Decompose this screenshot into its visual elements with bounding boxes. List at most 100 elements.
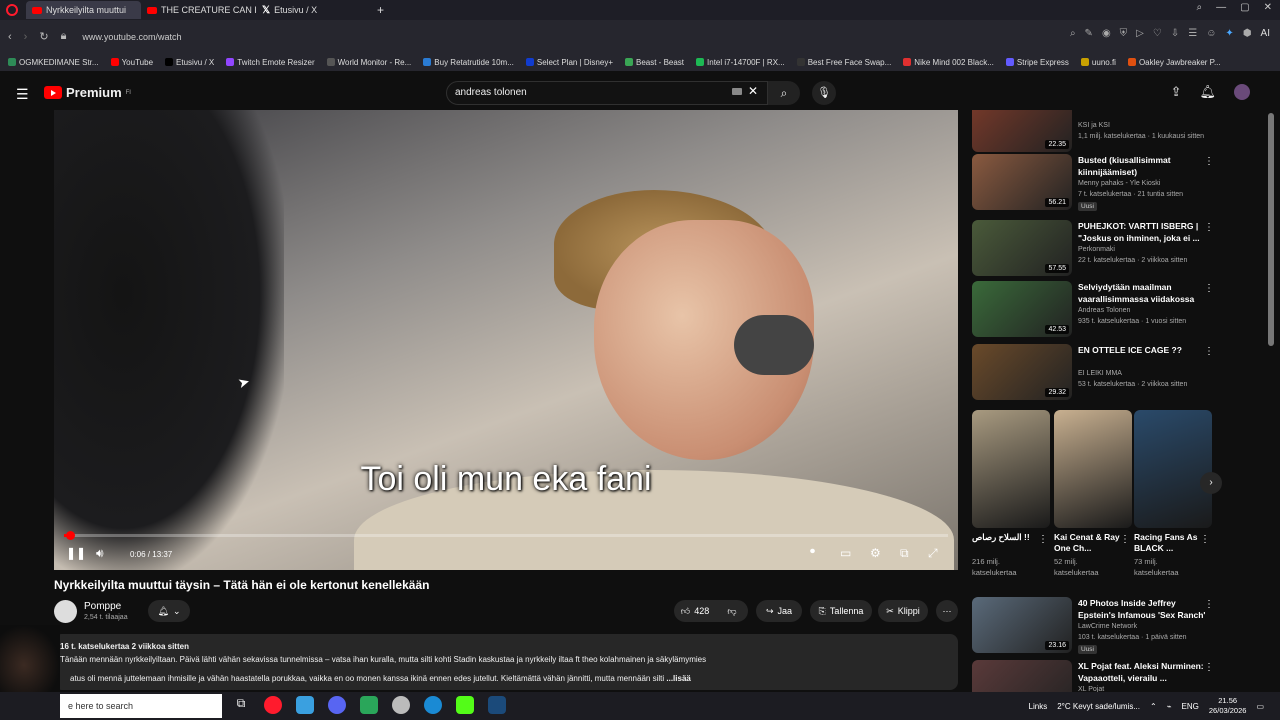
recommendation-thumbnail[interactable]: 23.16: [972, 597, 1072, 653]
download-icon[interactable]: ⇩: [1171, 28, 1179, 39]
autoplay-toggle-icon[interactable]: ⏺: [810, 546, 815, 557]
upload-icon[interactable]: ⇪: [1171, 84, 1182, 100]
bell-icon[interactable]: 🔔︎: [1199, 84, 1216, 100]
taskbar-search-input[interactable]: e here to search: [60, 694, 222, 718]
channel-name[interactable]: Pomppe: [84, 601, 121, 612]
recommendation-item[interactable]: 29.32 EN OTTELE ICE CAGE ?? EI LEIKI MMA 53…: [972, 344, 1222, 404]
maximize-icon[interactable]: ▢: [1240, 2, 1249, 13]
kick-app-icon[interactable]: [456, 696, 474, 714]
more-options-icon[interactable]: ⋮: [1204, 156, 1214, 167]
language-indicator[interactable]: ENG: [1182, 702, 1199, 711]
search-input[interactable]: andreas tolonen: [446, 81, 768, 105]
bookmark-item[interactable]: Best Free Face Swap...: [796, 58, 891, 67]
recommendation-channel[interactable]: Perkonmaki: [1078, 246, 1115, 253]
more-options-icon[interactable]: ⋮: [1204, 599, 1214, 610]
close-icon[interactable]: ✕: [1264, 2, 1272, 13]
short-thumbnail[interactable]: [1134, 410, 1212, 528]
recommendation-channel[interactable]: LawCrime Network: [1078, 623, 1137, 630]
volume-icon[interactable]: 🔊︎: [96, 546, 104, 561]
bookmark-item[interactable]: YouTube: [110, 58, 153, 67]
cube-icon[interactable]: ⬢: [1243, 28, 1252, 39]
paint-app-icon[interactable]: [296, 696, 314, 714]
show-more-link[interactable]: ...lisää: [666, 674, 690, 683]
recommendation-channel[interactable]: EI LEIKI MMA: [1078, 370, 1122, 377]
discord-app-icon[interactable]: [328, 696, 346, 714]
bookmark-item[interactable]: uuno.fi: [1080, 58, 1116, 67]
miniplayer-icon[interactable]: ⧉: [900, 546, 909, 561]
video-progress-bar[interactable]: [64, 531, 948, 540]
clear-search-icon[interactable]: ✕: [748, 84, 758, 98]
video-player[interactable]: Toi oli mun eka fani ❚❚ 🔊︎ 0:06 / 13:37 …: [54, 110, 958, 570]
bookmark-item[interactable]: Oakley Jawbreaker P...: [1127, 58, 1221, 67]
subscribe-bell-button[interactable]: 🔔︎ ⌄: [148, 600, 190, 622]
shorts-next-button[interactable]: ›: [1200, 472, 1222, 494]
subtitles-icon[interactable]: ▭: [840, 546, 851, 560]
search-tabs-icon[interactable]: ⌕: [1197, 2, 1203, 13]
save-button[interactable]: ⎘ Tallenna: [810, 600, 872, 622]
tray-chevron-up-icon[interactable]: ⌃: [1150, 702, 1157, 711]
reload-icon[interactable]: ↻: [39, 30, 48, 43]
opera-icon[interactable]: [6, 4, 18, 16]
bookmark-item[interactable]: Intel i7-14700F | RX...: [696, 58, 785, 67]
recommendation-item[interactable]: 57.55 PUHEJKOT: VARTTI ISBERG | "Joskus o…: [972, 220, 1222, 280]
dislike-button[interactable]: 👎︎: [716, 600, 748, 622]
url-field[interactable]: www.youtube.com/watch: [82, 32, 181, 42]
more-options-icon[interactable]: ⋮: [1204, 346, 1214, 357]
short-title[interactable]: السلاح رصاص !!: [972, 532, 1042, 543]
bookmark-item[interactable]: Twitch Emote Resizer: [226, 58, 315, 67]
recommendation-title[interactable]: EN OTTELE ICE CAGE ??: [1078, 344, 1206, 356]
keyboard-icon[interactable]: [732, 88, 742, 95]
bookmark-item[interactable]: OGMKEDIMANE Str...: [8, 58, 99, 67]
more-options-icon[interactable]: ⋮: [1204, 283, 1214, 294]
recommendation-thumbnail[interactable]: 42.53: [972, 281, 1072, 337]
minimize-icon[interactable]: —: [1216, 2, 1226, 13]
recommendation-thumbnail[interactable]: 29.32: [972, 344, 1072, 400]
progress-scrubber[interactable]: [66, 531, 76, 540]
play-icon[interactable]: ▷: [1136, 28, 1144, 39]
links-label[interactable]: Links: [1029, 702, 1048, 711]
bookmark-item[interactable]: World Monitor - Re...: [326, 58, 411, 67]
new-tab-button[interactable]: +: [377, 3, 384, 17]
bookmark-item[interactable]: Stripe Express: [1005, 58, 1069, 67]
recommendation-item[interactable]: 42.53 Selviydytään maailman vaarallisimma…: [972, 281, 1222, 341]
recommendation-item[interactable]: 22.35LAUGH THIS YEAR ON THIS ...KSI ja K…: [972, 110, 1222, 156]
recommendation-item[interactable]: 23.16 40 Photos Inside Jeffrey Epstein's …: [972, 597, 1222, 657]
like-button[interactable]: 👍︎ 428: [674, 600, 716, 622]
more-options-icon[interactable]: ⋮: [1038, 534, 1048, 545]
edge-app-icon[interactable]: [424, 696, 442, 714]
more-actions-button[interactable]: ⋯: [936, 600, 958, 622]
recommendation-channel[interactable]: KSI ja KSI: [1078, 122, 1110, 129]
search-icon[interactable]: ⌕: [1070, 28, 1076, 39]
recommendation-item[interactable]: 56.21 Busted (kiusallisimmat kiinnijäämis…: [972, 154, 1222, 214]
settings-gear-icon[interactable]: ⚙: [870, 546, 881, 560]
recommendation-title[interactable]: Busted (kiusallisimmat kiinnijäämiset): [1078, 154, 1206, 178]
more-options-icon[interactable]: ⋮: [1120, 534, 1130, 545]
tab-creature[interactable]: THE CREATURE CAN HEAR: [141, 1, 256, 19]
search-button[interactable]: ⌕: [768, 81, 800, 105]
bookmark-item[interactable]: Buy Retatrutide 10m...: [423, 58, 514, 67]
forward-icon[interactable]: ›: [24, 31, 28, 43]
clip-button[interactable]: ✂ Klippi: [878, 600, 928, 622]
channel-avatar[interactable]: [54, 600, 77, 623]
more-options-icon[interactable]: ⋮: [1204, 662, 1214, 673]
tab-x[interactable]: 𝕏 Etusivu / X: [256, 1, 371, 19]
bookmark-item[interactable]: Nike Mind 002 Black...: [903, 58, 994, 67]
notifications-icon[interactable]: ▭: [1256, 702, 1264, 711]
bookmark-item[interactable]: Select Plan | Disney+: [525, 58, 613, 67]
recommendation-thumbnail[interactable]: 22.35: [972, 110, 1072, 152]
short-title[interactable]: Kai Cenat & Ray One Ch...: [1054, 532, 1124, 554]
recommendation-channel[interactable]: Andreas Tolonen: [1078, 307, 1130, 314]
youtube-premium-logo[interactable]: Premium FI: [44, 85, 131, 100]
steam-app-icon[interactable]: [488, 696, 506, 714]
edit-icon[interactable]: ✎: [1085, 28, 1093, 39]
bookmark-item[interactable]: Etusivu / X: [165, 58, 214, 67]
fullscreen-icon[interactable]: ⤢: [928, 546, 938, 561]
network-icon[interactable]: ⌁: [1167, 702, 1172, 711]
bookmark-item[interactable]: Beast - Beast: [625, 58, 684, 67]
weather-widget[interactable]: 2°C Kevyt sade/lumis...: [1057, 702, 1140, 711]
recommendation-thumbnail[interactable]: 57.55: [972, 220, 1072, 276]
ai-button[interactable]: AI: [1261, 28, 1270, 39]
recommendation-title[interactable]: 40 Photos Inside Jeffrey Epstein's Infam…: [1078, 597, 1206, 621]
extension-icon[interactable]: ✦: [1225, 28, 1233, 39]
camera-icon[interactable]: ◉: [1102, 28, 1111, 39]
